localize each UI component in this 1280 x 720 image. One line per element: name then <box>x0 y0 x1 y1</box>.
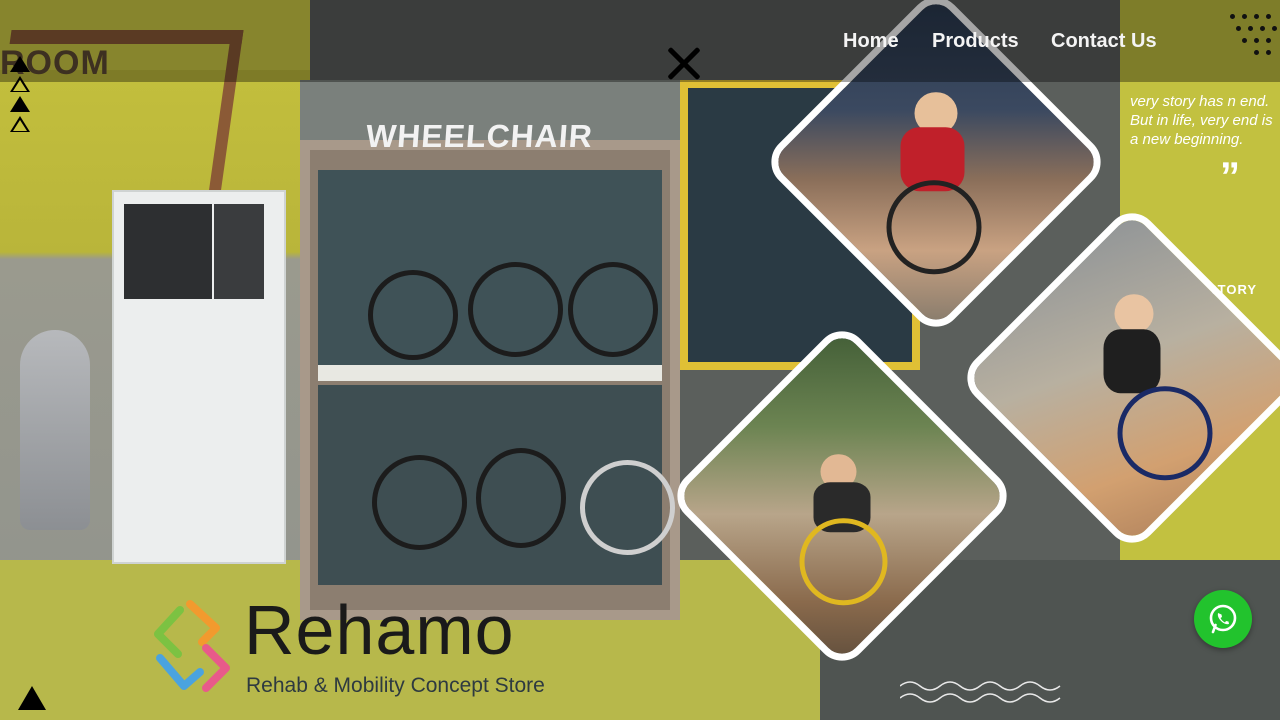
photo-figure <box>1103 328 1161 393</box>
photo-figure <box>1114 293 1154 333</box>
triangle-decoration <box>10 56 34 156</box>
wheelchair-sign: WHEELCHAIR <box>364 118 595 154</box>
wheelchair-wheel <box>580 460 675 555</box>
photo-wheel <box>799 517 888 605</box>
wave-decoration <box>900 681 1061 703</box>
story-quote: very story has n end. But in life, very … <box>1130 93 1273 148</box>
rehamo-logo-icon <box>154 600 230 692</box>
close-icon[interactable] <box>664 44 704 84</box>
wheelchair-wheel <box>468 262 563 357</box>
top-navbar: Home Products Contact Us <box>0 0 1280 82</box>
cabinet-slot <box>124 204 212 299</box>
cabinet-slot <box>214 204 264 299</box>
bathroom-display-cabinet <box>112 190 286 564</box>
wheelchair-wheel <box>568 262 658 357</box>
whatsapp-icon <box>1209 604 1237 634</box>
triangle-icon <box>10 56 30 72</box>
triangle-icon <box>10 96 30 112</box>
brand-name: Rehamo <box>244 591 515 669</box>
photo-wheel <box>1117 385 1213 480</box>
triangle-icon <box>10 116 30 132</box>
wheelchair-wheel <box>368 270 458 360</box>
shelf-divider <box>318 365 662 381</box>
wheelchair-wheel <box>476 448 566 548</box>
wheelchair-wheel <box>372 455 467 550</box>
triangle-icon <box>18 686 46 710</box>
mannequin <box>20 330 90 530</box>
photo-wheel <box>886 179 982 274</box>
triangle-icon <box>10 76 30 92</box>
whatsapp-button[interactable] <box>1194 590 1252 648</box>
dot-grid-decoration <box>1226 10 1280 64</box>
nav-contact-us[interactable]: Contact Us <box>1051 30 1157 53</box>
nav-products[interactable]: Products <box>932 30 1019 53</box>
quote-mark: ” <box>1220 155 1240 199</box>
nav-home[interactable]: Home <box>843 30 899 53</box>
brand-tagline: Rehab & Mobility Concept Store <box>246 674 545 697</box>
